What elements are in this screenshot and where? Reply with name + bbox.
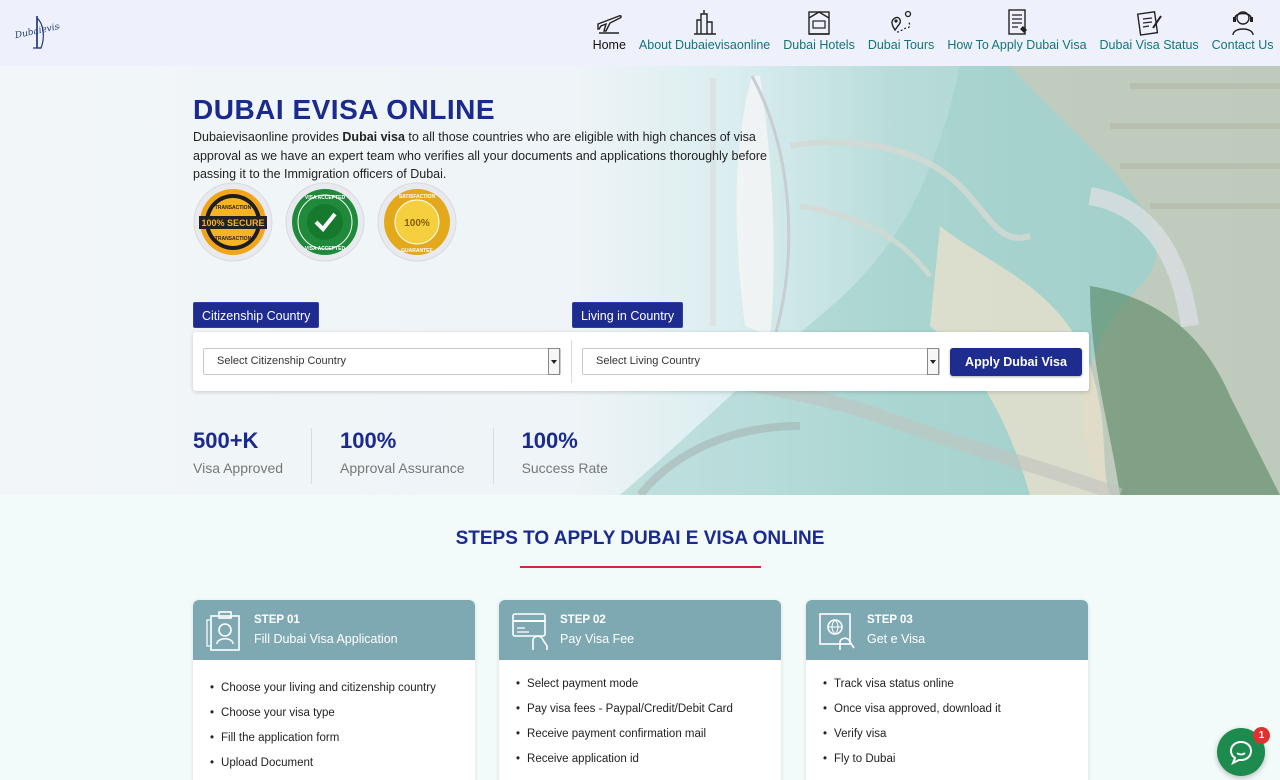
form-divider (571, 340, 572, 383)
support-agent-icon (1231, 11, 1254, 36)
visa-search-form: Select Citizenship Country Select Living… (193, 332, 1089, 391)
living-country-select[interactable]: Select Living Country (582, 348, 940, 375)
list-item: Track visa status online (823, 678, 1088, 703)
stat-value: 500+K (193, 428, 259, 453)
citizenship-select-value: Select Citizenship Country (217, 355, 347, 367)
apply-dubai-visa-button[interactable]: Apply Dubai Visa (950, 348, 1082, 376)
visa-accepted-badge: VISA ACCEPTED VISA ACCEPTED (285, 182, 365, 262)
list-item: Choose your visa type (210, 707, 475, 732)
main-nav: Home About Dubaievisaonline Dubai Hotels (586, 8, 1280, 52)
step-list: Track visa status online Once visa appro… (806, 660, 1088, 778)
svg-text:TRANSACTION: TRANSACTION (215, 205, 252, 211)
stat-success-rate: 100% Success Rate (522, 428, 636, 484)
list-item: Verify visa (823, 728, 1088, 753)
step-name: Get e Visa (867, 632, 926, 646)
svg-text:VISA ACCEPTED: VISA ACCEPTED (305, 195, 346, 201)
plane-icon (597, 15, 623, 34)
map-pin-icon (891, 10, 912, 33)
chevron-down-icon (927, 348, 939, 375)
list-item: Pay visa fees - Paypal/Credit/Debit Card (516, 703, 781, 728)
nav-label: Home (592, 38, 626, 52)
list-item: Choose your living and citizenship count… (210, 682, 475, 707)
application-form-icon (206, 611, 240, 651)
nav-label: Contact Us (1211, 38, 1274, 52)
chat-bubble-icon (1229, 740, 1253, 765)
site-header: Dubaievisaonline Home About Dubaievisaon… (0, 0, 1280, 66)
stat-approval-assurance: 100% Approval Assurance (340, 428, 494, 484)
step-card-3: STEP 03 Get e Visa Track visa status onl… (806, 600, 1088, 780)
list-item: Fly to Dubai (823, 753, 1088, 778)
chat-notification-badge: 1 (1253, 727, 1270, 744)
nav-label: How To Apply Dubai Visa (947, 38, 1087, 52)
step-list: Choose your living and citizenship count… (193, 660, 475, 780)
step-card-2: STEP 02 Pay Visa Fee Select payment mode… (499, 600, 781, 780)
site-logo[interactable]: Dubaievisaonline (14, 12, 60, 52)
citizenship-country-select[interactable]: Select Citizenship Country (203, 348, 561, 375)
stat-label: Visa Approved (193, 460, 284, 476)
step-number: STEP 01 (254, 614, 300, 626)
list-item: Once visa approved, download it (823, 703, 1088, 728)
nav-contact[interactable]: Contact Us (1205, 8, 1280, 52)
svg-text:GUARANTEE: GUARANTEE (401, 248, 433, 254)
hero-description: Dubaievisaonline provides Dubai visa to … (193, 130, 767, 181)
step-name: Pay Visa Fee (560, 632, 635, 646)
citizenship-country-label: Citizenship Country (193, 302, 320, 328)
nav-label: About Dubaievisaonline (638, 38, 771, 52)
title-underline (520, 566, 761, 568)
secure-badge: 100% SECURE TRANSACTION TRANSACTION (193, 182, 273, 262)
stats-row: 500+K Visa Approved 100% Approval Assura… (193, 428, 664, 484)
nav-about[interactable]: About Dubaievisaonline (632, 8, 776, 52)
hero-section: DUBAI EVISA ONLINE Dubaievisaonline prov… (0, 66, 1280, 495)
list-item: Upload Document (210, 757, 475, 780)
list-item: Fill the application form (210, 732, 475, 757)
nav-how-to-apply[interactable]: How To Apply Dubai Visa (941, 8, 1093, 52)
step-number: STEP 02 (560, 614, 606, 626)
svg-text:100%: 100% (404, 218, 430, 229)
svg-text:TRANSACTION: TRANSACTION (215, 236, 252, 242)
list-item: Receive payment confirmation mail (516, 728, 781, 753)
document-icon (1008, 9, 1027, 35)
step-card-1: STEP 01 Fill Dubai Visa Application Choo… (193, 600, 475, 780)
step-header: STEP 03 Get e Visa (806, 600, 1088, 660)
svg-text:SATISFACTION: SATISFACTION (399, 194, 436, 200)
hero-title: DUBAI EVISA ONLINE (193, 94, 495, 125)
living-country-label: Living in Country (572, 302, 684, 328)
stat-value: 100% (521, 428, 578, 453)
clipboard-icon (1136, 11, 1162, 36)
city-icon (693, 10, 716, 35)
satisfaction-badge: 100% SATISFACTION GUARANTEE (377, 182, 457, 262)
nav-tours[interactable]: Dubai Tours (861, 8, 940, 52)
step-header: STEP 02 Pay Visa Fee (499, 600, 781, 660)
svg-text:100% SECURE: 100% SECURE (201, 218, 264, 228)
step-header: STEP 01 Fill Dubai Visa Application (193, 600, 475, 660)
stat-label: Approval Assurance (340, 460, 465, 476)
hotel-icon (808, 11, 830, 35)
nav-hotels[interactable]: Dubai Hotels (777, 8, 862, 52)
credit-card-payment-icon (512, 613, 548, 650)
living-select-value: Select Living Country (596, 355, 700, 367)
trust-badges: 100% SECURE TRANSACTION TRANSACTION VISA… (193, 182, 457, 262)
step-list: Select payment mode Pay visa fees - Payp… (499, 660, 781, 778)
passport-visa-icon (819, 613, 855, 650)
stat-visa-approved: 500+K Visa Approved (193, 428, 313, 484)
nav-visa-status[interactable]: Dubai Visa Status (1093, 8, 1205, 52)
step-name: Fill Dubai Visa Application (254, 632, 398, 646)
nav-label: Dubai Tours (867, 38, 935, 52)
nav-label: Dubai Visa Status (1099, 38, 1199, 52)
steps-title: STEPS TO APPLY DUBAI E VISA ONLINE (455, 528, 825, 549)
nav-label: Dubai Hotels (783, 38, 855, 52)
list-item: Receive application id (516, 753, 781, 778)
step-number: STEP 03 (867, 614, 913, 626)
nav-home[interactable]: Home (586, 8, 632, 52)
chevron-down-icon (548, 348, 560, 375)
stat-label: Success Rate (521, 460, 608, 476)
svg-text:VISA ACCEPTED: VISA ACCEPTED (305, 246, 346, 252)
stat-value: 100% (340, 428, 397, 453)
list-item: Select payment mode (516, 678, 781, 703)
